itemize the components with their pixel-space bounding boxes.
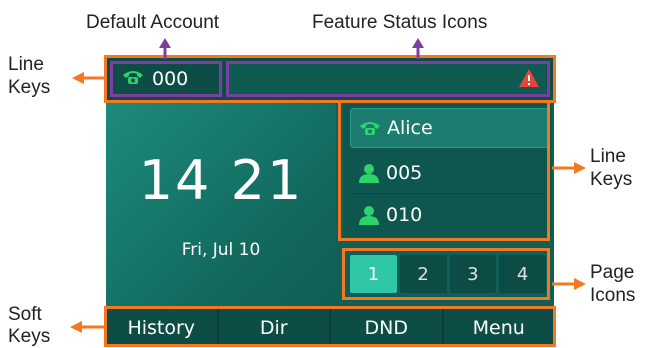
arrow-feature-status [412, 38, 424, 59]
arrow-page-icons [552, 278, 586, 290]
arrow-soft-keys [70, 321, 106, 333]
arrow-default-account [159, 38, 171, 59]
annotation-arrows [70, 38, 586, 333]
arrow-line-keys-left [72, 72, 106, 84]
arrow-line-keys-right [552, 162, 586, 174]
